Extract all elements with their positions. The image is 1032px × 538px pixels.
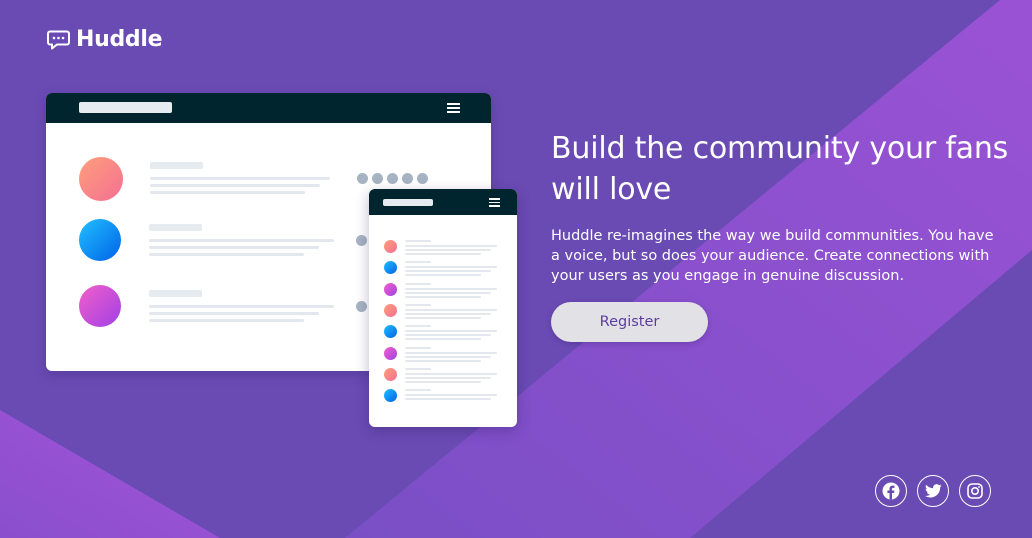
register-button[interactable]: Register <box>551 302 708 342</box>
desktop-row-2-text <box>149 239 334 242</box>
desktop-row-2-text <box>149 253 304 256</box>
facebook-link[interactable] <box>875 475 907 507</box>
mobile-row-text <box>405 394 497 396</box>
mobile-avatar <box>384 261 397 274</box>
desktop-row-1-text <box>150 177 330 180</box>
desktop-row-2-dot <box>356 235 367 246</box>
desktop-row-1-title <box>150 162 203 169</box>
mobile-row-title <box>405 261 431 263</box>
mobile-avatar <box>384 389 397 402</box>
desktop-row-1-text <box>150 184 320 187</box>
mobile-row-text <box>405 352 497 354</box>
mobile-mockup <box>369 189 517 427</box>
desktop-row-1-text <box>150 191 305 194</box>
chat-bubble-icon <box>47 30 70 49</box>
mobile-row-title <box>405 368 431 370</box>
mobile-avatar <box>384 304 397 317</box>
mobile-row-text <box>405 274 481 276</box>
hero-heading: Build the community your fans will love <box>551 131 1009 207</box>
hero-section: Build the community your fans will love … <box>551 128 1011 286</box>
hamburger-menu-icon <box>489 198 500 207</box>
mobile-avatar <box>384 368 397 381</box>
mobile-row-text <box>405 266 497 268</box>
mobile-row-text <box>405 381 481 383</box>
mobile-row-text <box>405 313 491 315</box>
mobile-row-text <box>405 330 497 332</box>
mobile-row-text <box>405 360 481 362</box>
desktop-row-3-text <box>149 312 319 315</box>
mobile-avatar <box>384 283 397 296</box>
mobile-row-title <box>405 347 431 349</box>
desktop-row-1-dot <box>402 173 413 184</box>
mobile-mockup-header <box>369 189 517 215</box>
mobile-row-text <box>405 292 491 294</box>
instagram-icon <box>967 483 983 499</box>
desktop-row-1-dot <box>372 173 383 184</box>
hamburger-menu-icon <box>447 103 460 113</box>
mobile-row-text <box>405 288 497 290</box>
mobile-row-text <box>405 317 481 319</box>
mobile-row-title <box>405 283 431 285</box>
hero-description: Huddle re-imagines the way we build comm… <box>551 228 994 284</box>
desktop-row-3-text <box>149 305 334 308</box>
mobile-row-text <box>405 296 481 298</box>
mobile-row-title <box>405 304 431 306</box>
brand-name: Huddle <box>76 27 163 52</box>
mobile-row-text <box>405 309 497 311</box>
mobile-row-text <box>405 253 481 255</box>
mobile-mockup-title-placeholder <box>383 199 433 206</box>
desktop-row-1-dot <box>387 173 398 184</box>
mobile-row-text <box>405 398 491 400</box>
mobile-row-text <box>405 373 497 375</box>
desktop-row-3-title <box>149 290 202 297</box>
mobile-row-text <box>405 338 481 340</box>
mobile-row-text <box>405 270 491 272</box>
instagram-link[interactable] <box>959 475 991 507</box>
desktop-avatar-1 <box>79 157 123 201</box>
desktop-row-2-text <box>149 246 319 249</box>
desktop-row-2-title <box>149 224 202 231</box>
brand-logo[interactable]: Huddle <box>47 27 163 52</box>
desktop-row-3-text <box>149 319 304 322</box>
desktop-row-1-dot <box>417 173 428 184</box>
mobile-row-text <box>405 356 491 358</box>
social-links <box>875 475 991 507</box>
mobile-avatar <box>384 240 397 253</box>
mobile-row-text <box>405 245 497 247</box>
mobile-row-title <box>405 325 431 327</box>
mobile-row-text <box>405 334 491 336</box>
twitter-icon <box>924 484 942 498</box>
mobile-row-title <box>405 389 431 391</box>
desktop-avatar-3 <box>79 285 121 327</box>
mobile-row-text <box>405 377 491 379</box>
desktop-row-3-dot <box>356 301 367 312</box>
mobile-row-title <box>405 240 431 242</box>
facebook-icon <box>882 482 900 500</box>
desktop-mockup-header <box>46 93 491 123</box>
desktop-avatar-2 <box>79 219 121 261</box>
mobile-avatar <box>384 325 397 338</box>
twitter-link[interactable] <box>917 475 949 507</box>
mobile-avatar <box>384 347 397 360</box>
mobile-row-text <box>405 249 491 251</box>
desktop-row-1-dot <box>357 173 368 184</box>
desktop-mockup-title-placeholder <box>79 102 172 113</box>
